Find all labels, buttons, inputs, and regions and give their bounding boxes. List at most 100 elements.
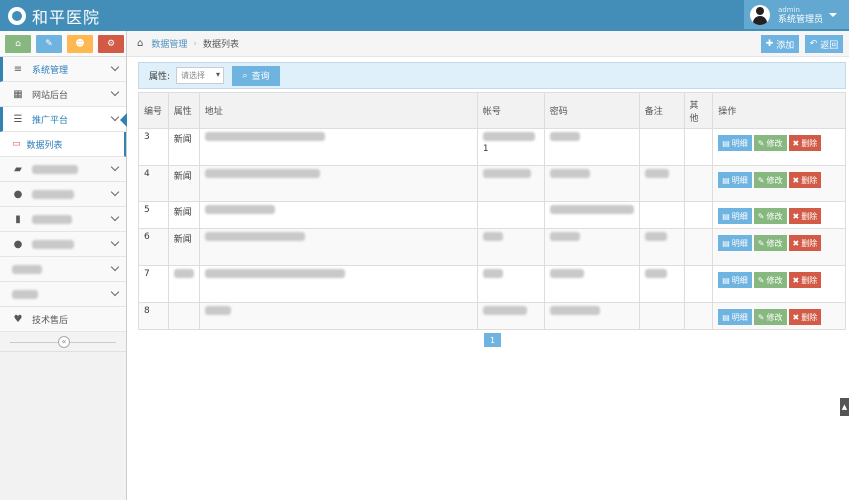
sidebar-item-label: 推广平台: [32, 115, 69, 126]
delete-button[interactable]: ✖ 删除: [788, 172, 822, 188]
cell-actions: ▤ 明细 ✎ 修改 ✖ 删除: [712, 302, 846, 330]
cell-actions: ▤ 明细 ✎ 修改 ✖ 删除: [712, 265, 846, 303]
edit-button[interactable]: ✎ 修改: [753, 135, 787, 151]
file-icon: ▤: [722, 312, 730, 322]
redacted-label: [32, 189, 74, 199]
column-header[interactable]: 备注: [638, 92, 685, 129]
chevron-down-icon: [110, 112, 120, 122]
cell-note: [638, 265, 685, 303]
list-icon: ☰: [13, 113, 23, 125]
filter-bar: 属性: 请选择 ⌕ 查询: [138, 62, 846, 89]
column-header[interactable]: 编号: [138, 92, 169, 129]
chevron-down-icon: [110, 237, 120, 247]
delete-button[interactable]: ✖ 删除: [788, 235, 822, 251]
add-button[interactable]: ✚ 添加: [761, 35, 799, 53]
table-row: 3 新闻 1 ▤ 明细 ✎ 修改 ✖ 删除: [138, 128, 846, 166]
query-label: 查询: [251, 72, 270, 82]
redacted-text: [549, 205, 634, 214]
sidebar-item-support[interactable]: ♥ 技术售后: [0, 307, 126, 332]
edit-label: 修改: [766, 275, 783, 285]
sidebar-item-redacted[interactable]: [0, 257, 126, 282]
sidebar-item-redacted[interactable]: [0, 282, 126, 307]
sidebar-subitem-data-list[interactable]: ▭ 数据列表: [0, 132, 126, 157]
pencil-shortcut-button[interactable]: ✎: [36, 35, 62, 53]
cell-address: [198, 265, 478, 303]
edit-label: 修改: [766, 175, 783, 185]
sidebar-item-redacted[interactable]: ●: [0, 232, 126, 257]
scroll-up-icon[interactable]: ▲: [840, 398, 849, 416]
redacted-text: [482, 132, 535, 141]
sidebar-item-promotion[interactable]: ☰ 推广平台: [0, 107, 127, 132]
view-detail-button[interactable]: ▤ 明细: [718, 135, 752, 151]
edit-button[interactable]: ✎ 修改: [753, 235, 787, 251]
cell-other: [683, 128, 714, 166]
redacted-text: [204, 306, 231, 315]
delete-button[interactable]: ✖ 删除: [788, 309, 822, 325]
view-label: 明细: [731, 175, 748, 185]
brand[interactable]: 和平医院: [8, 0, 100, 31]
users-shortcut-button[interactable]: ☻: [67, 35, 93, 53]
user-role: 系统管理员: [778, 14, 824, 25]
column-header[interactable]: 帐号: [476, 92, 545, 129]
data-table: 编号 属性 地址 帐号 密码 备注 其他 操作 3 新闻 1 ▤ 明细 ✎ 修改 ✖…: [138, 92, 846, 330]
delete-button[interactable]: ✖ 删除: [788, 208, 822, 224]
back-button[interactable]: ↶ 返回: [805, 35, 843, 53]
edit-button[interactable]: ✎ 修改: [753, 172, 787, 188]
attribute-select[interactable]: 请选择: [176, 67, 225, 84]
table-row: 8 ▤ 明细 ✎ 修改 ✖ 删除: [138, 302, 846, 330]
edit-button[interactable]: ✎ 修改: [753, 208, 787, 224]
sidebar-item-label: 技术售后: [32, 315, 69, 326]
home-shortcut-button[interactable]: ⌂: [5, 35, 31, 53]
column-header[interactable]: 密码: [543, 92, 640, 129]
cell-account: 1: [476, 128, 545, 166]
cell-address: [198, 228, 478, 266]
cell-password: [543, 265, 640, 303]
redacted-text: [204, 169, 320, 178]
view-detail-button[interactable]: ▤ 明细: [718, 235, 752, 251]
delete-button[interactable]: ✖ 删除: [788, 135, 822, 151]
edit-icon: ✎: [757, 138, 765, 148]
redacted-text: [549, 232, 580, 241]
cell-type: 新闻: [167, 201, 200, 229]
collapse-sidebar-icon[interactable]: «: [58, 336, 70, 348]
breadcrumb-parent[interactable]: 数据管理: [151, 37, 187, 50]
cell-password: [543, 302, 640, 330]
column-header[interactable]: 其他: [683, 92, 714, 129]
query-button[interactable]: ⌕ 查询: [232, 65, 281, 86]
app-title: 和平医院: [32, 7, 101, 27]
sidebar-item-system[interactable]: ≡ 系统管理: [0, 57, 126, 82]
share-shortcut-button[interactable]: ⚙: [98, 35, 124, 53]
pagination-page[interactable]: 1: [484, 333, 501, 347]
user-menu[interactable]: admin 系统管理员: [744, 0, 849, 29]
cell-type: [167, 302, 200, 330]
view-detail-button[interactable]: ▤ 明细: [718, 208, 752, 224]
view-detail-button[interactable]: ▤ 明细: [718, 272, 752, 288]
edit-label: 修改: [766, 312, 783, 322]
column-header[interactable]: 属性: [167, 92, 200, 129]
cell-id: 7: [138, 265, 169, 303]
sidebar-item-redacted[interactable]: ▮: [0, 207, 126, 232]
column-header[interactable]: 地址: [198, 92, 478, 129]
edit-button[interactable]: ✎ 修改: [753, 272, 787, 288]
table-header-row: 编号 属性 地址 帐号 密码 备注 其他 操作: [138, 92, 846, 129]
cell-other: [683, 201, 714, 229]
cell-note: [638, 128, 685, 166]
home-icon[interactable]: ⌂: [137, 38, 143, 49]
redacted-text: [549, 269, 584, 278]
close-icon: ✖: [792, 138, 800, 148]
avatar: [750, 4, 770, 25]
sidebar-item-redacted[interactable]: ●: [0, 182, 126, 207]
sidebar-item-redacted[interactable]: ▰: [0, 157, 126, 182]
delete-button[interactable]: ✖ 删除: [788, 272, 822, 288]
edit-label: 修改: [766, 238, 783, 248]
view-detail-button[interactable]: ▤ 明细: [718, 309, 752, 325]
view-detail-button[interactable]: ▤ 明细: [718, 172, 752, 188]
search-icon: ⌕: [242, 70, 248, 81]
folder-icon: ▰: [14, 163, 22, 175]
grid-icon: ▦: [13, 88, 23, 100]
edit-button[interactable]: ✎ 修改: [753, 309, 787, 325]
edit-icon: ✎: [757, 211, 765, 221]
sidebar-item-website[interactable]: ▦ 网站后台: [0, 82, 126, 107]
cell-account: [476, 228, 545, 266]
chevron-right-icon: ›: [193, 38, 197, 49]
